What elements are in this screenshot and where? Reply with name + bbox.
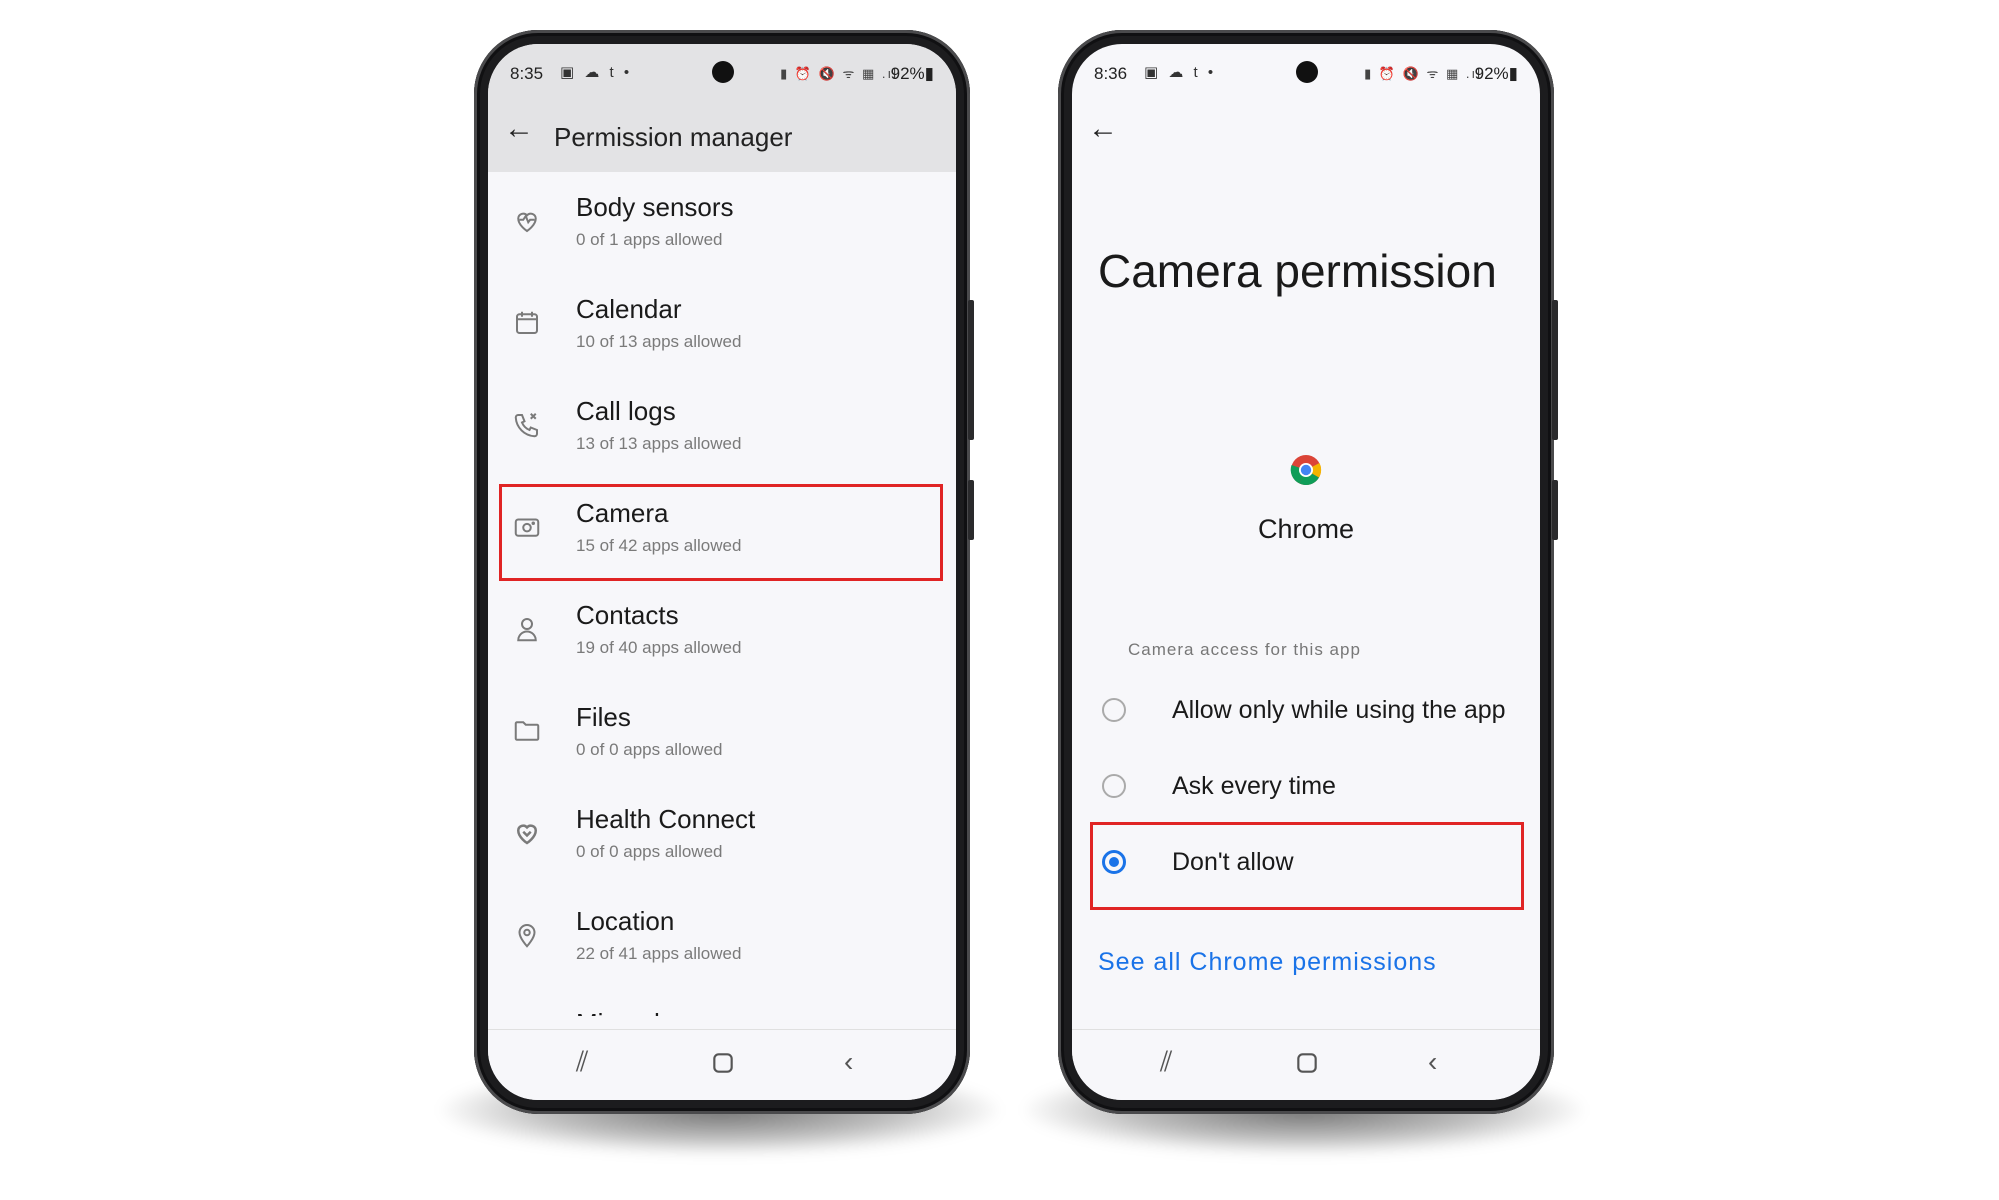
side-button bbox=[968, 480, 974, 540]
permission-count: 19 of 40 apps allowed bbox=[576, 638, 742, 657]
permission-count: 0 of 1 apps allowed bbox=[576, 230, 723, 249]
location-pin-icon bbox=[518, 924, 536, 948]
call-log-icon bbox=[514, 413, 538, 438]
front-camera bbox=[1296, 61, 1318, 83]
front-camera bbox=[712, 61, 734, 83]
radio-button[interactable] bbox=[1102, 698, 1126, 722]
permission-item-call-logs[interactable]: Call logs 13 of 13 apps allowed bbox=[488, 376, 956, 478]
app-bar: ← Permission manager bbox=[488, 100, 956, 172]
side-button bbox=[1552, 300, 1558, 440]
section-label: Camera access for this app bbox=[1128, 640, 1361, 659]
health-connect-icon bbox=[516, 824, 538, 845]
camera-permission-screen: 8:36 ▣ ☁ t • ▮ ⏰ 🔇 ᯤ ▦ .ıl 92%▮ ← Camera… bbox=[1072, 44, 1540, 1100]
left-phone: 8:35 ▣ ☁ t • ▮ ⏰ 🔇 ᯤ ▦ .ıl 92%▮ ← Permis… bbox=[474, 30, 974, 1114]
camera-highlight-box bbox=[499, 484, 943, 581]
navigation-bar: ⫽ ‹ bbox=[1072, 1029, 1540, 1100]
side-button bbox=[968, 300, 974, 440]
permission-title: Microphone bbox=[576, 1008, 712, 1016]
permission-title: Contacts bbox=[576, 600, 679, 630]
status-bar: 8:36 ▣ ☁ t • ▮ ⏰ 🔇 ᯤ ▦ .ıl 92%▮ bbox=[1072, 44, 1540, 100]
permission-title: Location bbox=[576, 906, 675, 936]
calendar-icon bbox=[516, 311, 538, 334]
battery-indicator: 92%▮ bbox=[1474, 64, 1518, 83]
navigation-bar: ⫽ ‹ bbox=[488, 1029, 956, 1100]
see-all-permissions-link[interactable]: See all Chrome permissions bbox=[1098, 948, 1437, 977]
permission-item-health-connect[interactable]: Health Connect 0 of 0 apps allowed bbox=[488, 784, 956, 886]
permission-title: Calendar bbox=[576, 294, 682, 324]
permission-count: 10 of 13 apps allowed bbox=[576, 332, 742, 351]
permission-item-body-sensors[interactable]: Body sensors 0 of 1 apps allowed bbox=[488, 172, 956, 274]
permission-item-calendar[interactable]: Calendar 10 of 13 apps allowed bbox=[488, 274, 956, 376]
home-icon[interactable] bbox=[1294, 1050, 1320, 1076]
option-allow-while-using[interactable]: Allow only while using the app bbox=[1072, 680, 1540, 740]
option-label: Allow only while using the app bbox=[1172, 696, 1506, 724]
permission-title: Call logs bbox=[576, 396, 676, 426]
permission-item-microphone[interactable]: Microphone bbox=[488, 988, 956, 1016]
page-title: Permission manager bbox=[554, 122, 793, 152]
battery-indicator: 92%▮ bbox=[890, 64, 934, 83]
recent-apps-icon[interactable]: ⫽ bbox=[1160, 1048, 1173, 1076]
back-arrow-icon[interactable]: ← bbox=[1088, 114, 1118, 144]
notification-icons: ▣ ☁ t • bbox=[560, 64, 633, 81]
permission-count: 0 of 0 apps allowed bbox=[576, 842, 723, 861]
notification-icons: ▣ ☁ t • bbox=[1144, 64, 1217, 81]
back-nav-icon[interactable]: ‹ bbox=[1428, 1048, 1437, 1076]
back-arrow-icon[interactable]: ← bbox=[504, 114, 534, 144]
option-label: Ask every time bbox=[1172, 772, 1336, 800]
status-bar: 8:35 ▣ ☁ t • ▮ ⏰ 🔇 ᯤ ▦ .ıl 92%▮ bbox=[488, 44, 956, 100]
permission-manager-screen: 8:35 ▣ ☁ t • ▮ ⏰ 🔇 ᯤ ▦ .ıl 92%▮ ← Permis… bbox=[488, 44, 956, 1100]
permission-title: Health Connect bbox=[576, 804, 756, 834]
permission-title: Files bbox=[576, 702, 631, 732]
permission-title: Body sensors bbox=[576, 192, 734, 222]
permission-count: 13 of 13 apps allowed bbox=[576, 434, 742, 453]
home-icon[interactable] bbox=[710, 1050, 736, 1076]
status-time: 8:36 bbox=[1094, 64, 1128, 83]
recent-apps-icon[interactable]: ⫽ bbox=[576, 1048, 589, 1076]
system-status-icons: ▮ ⏰ 🔇 ᯤ ▦ .ıl bbox=[1364, 66, 1482, 81]
heart-pulse-icon bbox=[517, 212, 537, 233]
status-time: 8:35 bbox=[510, 64, 544, 83]
side-button bbox=[1552, 480, 1558, 540]
option-ask-every-time[interactable]: Ask every time bbox=[1072, 756, 1540, 816]
right-phone: 8:36 ▣ ☁ t • ▮ ⏰ 🔇 ᯤ ▦ .ıl 92%▮ ← Camera… bbox=[1058, 30, 1558, 1114]
folder-icon bbox=[514, 721, 540, 741]
app-name: Chrome bbox=[1257, 514, 1355, 544]
permission-count: 22 of 41 apps allowed bbox=[576, 944, 742, 963]
permission-item-contacts[interactable]: Contacts 19 of 40 apps allowed bbox=[488, 580, 956, 682]
dont-allow-highlight-box bbox=[1090, 822, 1524, 910]
back-nav-icon[interactable]: ‹ bbox=[844, 1048, 853, 1076]
permission-count: 0 of 0 apps allowed bbox=[576, 740, 723, 759]
permission-list: Body sensors 0 of 1 apps allowed Calenda… bbox=[488, 172, 956, 1016]
permission-item-location[interactable]: Location 22 of 41 apps allowed bbox=[488, 886, 956, 988]
permission-item-files[interactable]: Files 0 of 0 apps allowed bbox=[488, 682, 956, 784]
radio-button[interactable] bbox=[1102, 774, 1126, 798]
page-title: Camera permission bbox=[1098, 245, 1497, 297]
chrome-icon bbox=[1290, 455, 1322, 485]
person-icon bbox=[517, 618, 537, 642]
system-status-icons: ▮ ⏰ 🔇 ᯤ ▦ .ıl bbox=[780, 66, 898, 81]
